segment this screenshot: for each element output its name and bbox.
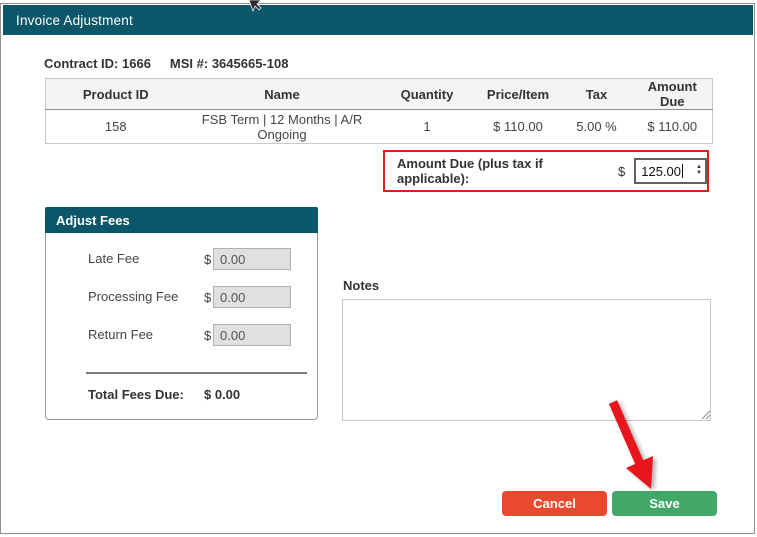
cell-quantity: 1 <box>379 110 476 144</box>
col-header-name: Name <box>186 79 379 110</box>
cell-tax: 5.00 % <box>561 110 633 144</box>
processing-fee-value: 0.00 <box>220 290 245 305</box>
processing-fee-label: Processing Fee <box>88 289 178 304</box>
dialog-title: Invoice Adjustment <box>16 13 133 28</box>
late-fee-value: 0.00 <box>220 252 245 267</box>
amount-due-highlight-annotation: Amount Due (plus tax if applicable): $ 1… <box>383 150 709 192</box>
return-fee-value: 0.00 <box>220 328 245 343</box>
processing-fee-input[interactable]: 0.00 <box>213 286 291 308</box>
amount-due-label: Amount Due (plus tax if applicable): <box>397 156 603 186</box>
return-fee-label: Return Fee <box>88 327 153 342</box>
late-fee-currency-symbol: $ <box>204 252 211 267</box>
number-stepper[interactable]: ▲ ▼ <box>696 165 702 177</box>
text-caret <box>682 164 683 178</box>
cancel-button[interactable]: Cancel <box>502 491 607 516</box>
notes-label: Notes <box>343 278 379 293</box>
total-fees-due-value: $ 0.00 <box>204 387 240 402</box>
amount-due-value: 125.00 <box>636 164 681 179</box>
table-row: 158 FSB Term | 12 Months | A/R Ongoing 1… <box>46 110 713 144</box>
fees-divider <box>86 372 307 374</box>
total-fees-due-label: Total Fees Due: <box>88 387 184 402</box>
contract-id-text: Contract ID: 1666 <box>44 56 151 71</box>
cell-name: FSB Term | 12 Months | A/R Ongoing <box>186 110 379 144</box>
stepper-down-icon[interactable]: ▼ <box>696 171 702 177</box>
adjust-fees-panel-header: Adjust Fees <box>45 207 318 233</box>
textarea-resize-handle[interactable] <box>699 408 711 420</box>
cell-price-item: $ 110.00 <box>476 110 561 144</box>
col-header-amount-due: Amount Due <box>633 79 713 110</box>
processing-fee-row: Processing Fee $ 0.00 <box>46 286 317 310</box>
col-header-price-item: Price/Item <box>476 79 561 110</box>
save-button[interactable]: Save <box>612 491 717 516</box>
cell-product-id: 158 <box>46 110 186 144</box>
amount-due-input[interactable]: 125.00 ▲ ▼ <box>634 158 707 184</box>
cell-amount-due: $ 110.00 <box>633 110 713 144</box>
return-fee-currency-symbol: $ <box>204 328 211 343</box>
amount-due-currency-symbol: $ <box>618 164 625 179</box>
col-header-product-id: Product ID <box>46 79 186 110</box>
col-header-quantity: Quantity <box>379 79 476 110</box>
late-fee-input[interactable]: 0.00 <box>213 248 291 270</box>
invoice-adjustment-dialog: Invoice Adjustment Contract ID: 1666 MSI… <box>0 0 757 537</box>
return-fee-input[interactable]: 0.00 <box>213 324 291 346</box>
return-fee-row: Return Fee $ 0.00 <box>46 324 317 348</box>
col-header-tax: Tax <box>561 79 633 110</box>
table-header-row: Product ID Name Quantity Price/Item Tax … <box>46 79 713 110</box>
msi-number-text: MSI #: 3645665-108 <box>170 56 289 71</box>
contract-info: Contract ID: 1666 MSI #: 3645665-108 <box>44 56 288 71</box>
invoice-line-items-table: Product ID Name Quantity Price/Item Tax … <box>45 78 713 144</box>
late-fee-row: Late Fee $ 0.00 <box>46 248 317 272</box>
dialog-titlebar: Invoice Adjustment <box>3 5 753 35</box>
adjust-fees-title: Adjust Fees <box>56 213 130 228</box>
processing-fee-currency-symbol: $ <box>204 290 211 305</box>
notes-textarea[interactable] <box>342 299 711 421</box>
late-fee-label: Late Fee <box>88 251 139 266</box>
adjust-fees-panel: Late Fee $ 0.00 Processing Fee $ 0.00 Re… <box>45 233 318 420</box>
